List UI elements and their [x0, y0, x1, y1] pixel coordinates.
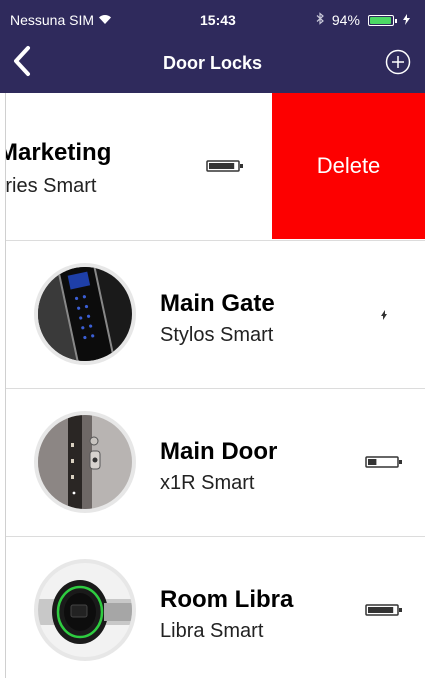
- clock: 15:43: [200, 12, 236, 28]
- page-title: Door Locks: [162, 53, 263, 73]
- carrier-text: Nessuna SIM: [10, 12, 95, 28]
- lock-image: [34, 411, 136, 513]
- power-connected-icon: [365, 307, 403, 328]
- delete-button[interactable]: Delete: [272, 93, 425, 239]
- lock-row[interactable]: Main Door x1R Smart: [0, 389, 425, 537]
- lock-image: [34, 263, 136, 365]
- lock-name: Main Door: [160, 438, 278, 465]
- lock-list: Marketing Aries Smart Delete Main Gate S…: [0, 93, 425, 678]
- lock-model: Libra Smart: [160, 620, 264, 642]
- status-bar: Nessuna SIM 15:43 94%: [0, 0, 425, 40]
- add-lock-button[interactable]: [385, 49, 411, 75]
- lock-name: Main Gate: [160, 290, 275, 317]
- lock-row[interactable]: Marketing Aries Smart Delete: [0, 93, 425, 241]
- cylinder-lock-image: [38, 563, 132, 657]
- lock-model: x1R Smart: [160, 472, 255, 494]
- battery-icon: [367, 15, 397, 26]
- battery-percent: 94%: [331, 12, 360, 28]
- wifi-icon: [98, 13, 112, 28]
- lock-row[interactable]: Room Libra Libra Smart: [0, 537, 425, 678]
- status-right: 94%: [312, 12, 410, 28]
- left-edge-divider: [0, 93, 6, 678]
- door-lock-image: [38, 415, 132, 509]
- lock-image: [34, 559, 136, 661]
- battery-low-icon: [365, 455, 403, 474]
- lock-model: Stylos Smart: [160, 324, 274, 346]
- lock-row-content[interactable]: Marketing Aries Smart: [0, 93, 272, 239]
- app-header: Nessuna SIM 15:43 94% Door Locks: [0, 0, 425, 93]
- navigation-bar: Door Locks: [0, 40, 425, 93]
- battery-full-icon: [206, 159, 244, 178]
- charging-icon: [402, 14, 410, 28]
- lock-name: Room Libra: [160, 586, 294, 613]
- bluetooth-icon: [312, 12, 328, 28]
- lock-model: Aries Smart: [0, 175, 97, 197]
- battery-full-icon: [365, 603, 403, 622]
- lock-name: Marketing: [0, 139, 112, 166]
- keypad-lock-image: [38, 267, 132, 361]
- add-circle-icon: [385, 49, 411, 75]
- lock-row[interactable]: Main Gate Stylos Smart: [0, 241, 425, 389]
- battery-fill: [369, 17, 391, 24]
- carrier-label: Nessuna SIM: [10, 12, 112, 28]
